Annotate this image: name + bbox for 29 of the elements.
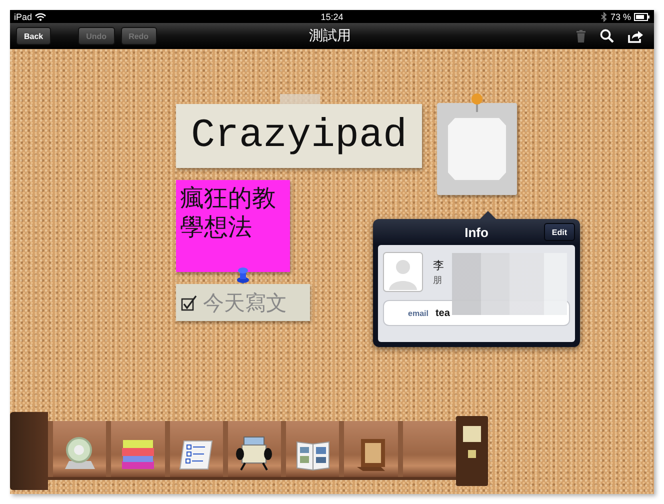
- email-value: tea: [435, 308, 450, 318]
- rolodex-icon[interactable]: [235, 435, 274, 471]
- device-name: iPad: [14, 12, 32, 22]
- avatar-silhouette-icon: [383, 252, 423, 292]
- checkbox-icon[interactable]: [181, 294, 197, 310]
- toolbar-button[interactable]: Back: [16, 27, 52, 45]
- sticky-pad-icon[interactable]: [120, 437, 156, 471]
- label-note[interactable]: Crazyipad: [176, 104, 422, 168]
- battery-percent: 73 %: [610, 12, 631, 22]
- search-icon[interactable]: [600, 29, 614, 43]
- todo-text: 今天寫文: [203, 290, 287, 316]
- drawer-cabinet-icon[interactable]: [456, 416, 488, 486]
- contact-subtitle: 朋: [433, 274, 443, 286]
- clock-time: 15:24: [320, 12, 344, 22]
- picture-frame-icon[interactable]: [355, 437, 388, 471]
- bluetooth-icon: [601, 12, 608, 22]
- battery-icon: [634, 12, 650, 20]
- sticky-note[interactable]: 瘋狂的教學想法: [176, 180, 290, 272]
- pushpin-icon: [470, 93, 484, 113]
- photo-album-icon[interactable]: [294, 439, 331, 471]
- popover-pointer: [480, 211, 496, 219]
- contact-name: 李: [433, 258, 444, 272]
- popover-title: Info: [464, 224, 488, 240]
- edit-button[interactable]: Edit: [544, 223, 575, 241]
- share-icon[interactable]: [628, 30, 644, 42]
- tape-dispenser-icon[interactable]: [62, 435, 97, 471]
- field-label: email: [408, 308, 428, 318]
- page-title: 測試用: [309, 27, 351, 45]
- wifi-icon: [35, 12, 46, 20]
